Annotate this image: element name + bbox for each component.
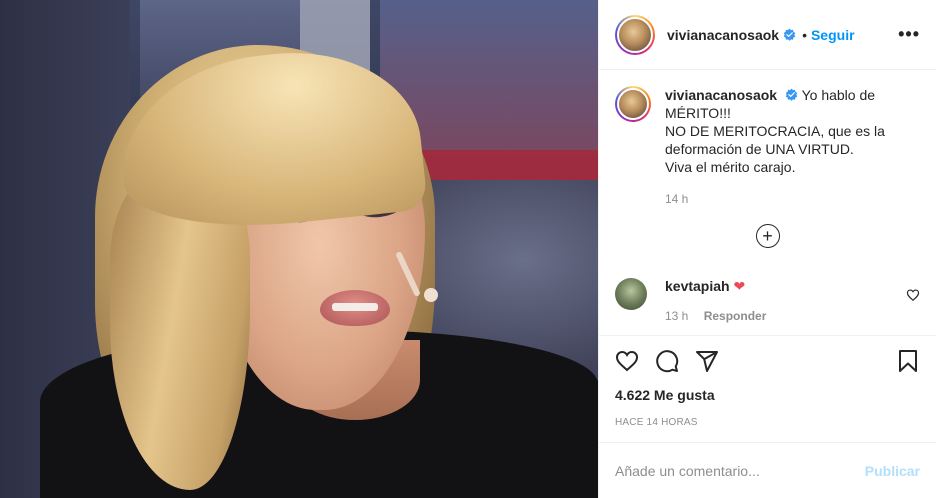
photo-microphone xyxy=(424,288,438,302)
heart-icon[interactable] xyxy=(615,349,639,373)
comment-item: kevtapiah ❤ 13 h Responder xyxy=(615,278,920,323)
comment-like-heart-icon[interactable] xyxy=(906,288,920,302)
comment-body: kevtapiah ❤ 13 h Responder xyxy=(665,278,906,323)
avatar-image xyxy=(617,16,653,53)
plus-circle-icon[interactable]: + xyxy=(755,224,780,248)
avatar[interactable] xyxy=(615,14,655,55)
post-sidebar: vivianacanosaok • Seguir ••• vivianacano… xyxy=(598,0,936,498)
publish-button[interactable]: Publicar xyxy=(865,463,920,479)
comments-area[interactable]: vivianacanosaok Yo hablo de MÉRITO!!! NO… xyxy=(599,70,936,335)
comment-icon[interactable] xyxy=(655,349,679,373)
caption-line: Yo hablo de xyxy=(801,87,876,103)
avatar-image xyxy=(617,88,649,120)
caption: vivianacanosaok Yo hablo de MÉRITO!!! NO… xyxy=(615,86,920,176)
more-options-icon[interactable]: ••• xyxy=(898,24,920,45)
photo-teeth xyxy=(332,303,378,311)
like-count[interactable]: 4.622 Me gusta xyxy=(599,385,936,405)
caption-timestamp[interactable]: 14 h xyxy=(665,192,920,206)
avatar[interactable] xyxy=(615,278,647,310)
header-username[interactable]: vivianacanosaok xyxy=(667,27,779,43)
comment-input[interactable] xyxy=(615,462,865,479)
reply-button[interactable]: Responder xyxy=(704,309,767,323)
comment-heart-emoji: ❤ xyxy=(733,278,746,294)
action-bar xyxy=(599,335,936,385)
bookmark-icon[interactable] xyxy=(896,349,920,373)
comment-text: kevtapiah ❤ xyxy=(665,278,906,295)
add-comment-bar: Publicar xyxy=(599,442,936,498)
post-photo[interactable] xyxy=(0,0,598,498)
caption-username[interactable]: vivianacanosaok xyxy=(665,87,777,103)
comment-time[interactable]: 13 h xyxy=(665,309,688,323)
post-container: vivianacanosaok • Seguir ••• vivianacano… xyxy=(0,0,936,498)
post-header: vivianacanosaok • Seguir ••• xyxy=(599,0,936,70)
caption-line: deformación de UNA VIRTUD. xyxy=(665,141,854,157)
caption-text: vivianacanosaok Yo hablo de MÉRITO!!! NO… xyxy=(665,86,915,176)
follow-button[interactable]: Seguir xyxy=(811,27,855,43)
comment-meta: 13 h Responder xyxy=(665,309,906,323)
caption-line: MÉRITO!!! xyxy=(665,105,731,121)
comment-username[interactable]: kevtapiah xyxy=(665,278,730,294)
share-icon[interactable] xyxy=(695,349,719,373)
caption-line: Viva el mérito carajo. xyxy=(665,159,796,175)
verified-badge-icon xyxy=(783,28,796,41)
avatar[interactable] xyxy=(615,86,651,122)
separator-dot: • xyxy=(802,26,807,43)
verified-badge-icon xyxy=(785,88,798,101)
post-time-ago[interactable]: HACE 14 HORAS xyxy=(599,417,936,428)
caption-line: NO DE MERITOCRACIA, que es la xyxy=(665,123,885,139)
load-more-comments: + xyxy=(615,224,920,248)
